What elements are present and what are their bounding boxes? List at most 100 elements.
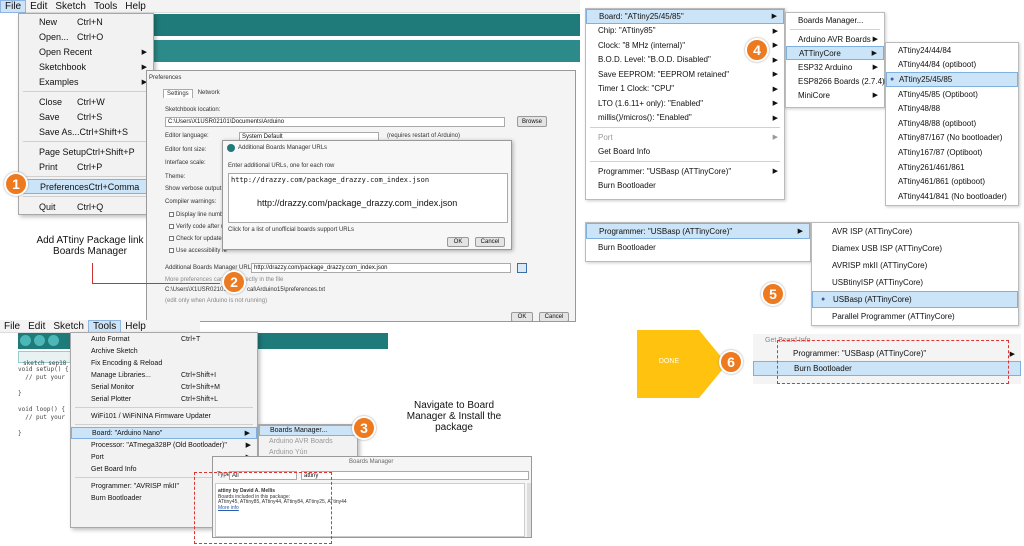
chk-updates[interactable]: Check for updates [169,236,225,242]
attiny-option[interactable]: ATtiny461/861 (optiboot) [886,174,1018,189]
bm-search[interactable]: attiny [301,471,529,480]
attiny-option[interactable]: ATtiny441/841 (No bootloader) [886,189,1018,204]
menu-item[interactable]: Timer 1 Clock: "CPU" ▶ [586,82,784,97]
arduino-icon [227,144,235,152]
browse-button[interactable]: Browse [517,116,547,127]
menu-item-shortcut: Ctrl+Comma [88,181,140,192]
q1-menu-edit[interactable]: Edit [26,1,51,12]
chk-verify[interactable]: Verify code after u [169,224,224,230]
menu-item[interactable]: Serial Monitor Ctrl+Shift+M [71,381,257,393]
menu-item[interactable]: Preferences Ctrl+Comma [19,179,153,194]
abm-link[interactable]: Click for a list of unofficial boards su… [228,227,354,233]
menu-item[interactable]: Save EEPROM: "EEPROM retained" ▶ [586,67,784,82]
abm-textarea[interactable]: http://drazzy.com/package_drazzy.com_ind… [228,173,508,223]
menu-item[interactable]: Port ▶ [586,130,784,145]
menu-item[interactable]: Manage Libraries... Ctrl+Shift+I [71,369,257,381]
q1-menu-file[interactable]: File [0,0,27,13]
menu-item[interactable]: ESP32 Arduino ▶ [786,60,884,74]
menu-item[interactable]: Save As... Ctrl+Shift+S [19,124,153,139]
abm-expand-icon[interactable] [517,263,527,273]
attiny-option[interactable]: ● ATtiny25/45/85 [886,72,1018,87]
menu-separator [23,91,149,92]
menu-item[interactable]: LTO (1.6.11+ only): "Enabled" ▶ [586,96,784,111]
chevron-right-icon: ▶ [871,50,877,57]
sketchbook-path[interactable]: C:\Users\X1USR02101\Documents\Arduino [165,117,505,127]
q3-menu-tools[interactable]: Tools [87,319,122,333]
abm-ok[interactable]: OK [447,237,469,247]
attiny-option[interactable]: ATtiny48/88 [886,101,1018,116]
menu-item[interactable]: ESP8266 Boards (2.7.4)▶ [786,74,890,88]
menu-item[interactable]: Quit Ctrl+Q [19,199,153,214]
programmer-option[interactable]: ● USBasp (ATTinyCore) [812,291,1018,308]
q3-menu-file[interactable]: File [0,321,24,332]
menu-item[interactable]: Board: "Arduino Nano" ▶ [71,427,257,439]
menu-item[interactable]: Archive Sketch [71,345,257,357]
menu-item[interactable]: Board: "ATtiny25/45/85" ▶ [586,9,784,24]
menu-item[interactable]: Print Ctrl+P [19,159,153,174]
programmer-option[interactable]: USBtinyISP (ATTinyCore) [812,274,1018,291]
chk-line-numbers[interactable]: Display line numbe [169,212,227,218]
tab-settings[interactable]: Settings [163,89,193,98]
menu-item[interactable]: Save Ctrl+S [19,109,153,124]
tab-network[interactable]: Network [195,89,223,98]
menu-item[interactable]: Programmer: "USBasp (ATTinyCore)" ▶ [586,164,784,179]
q3-board-sub: Boards Manager... Arduino AVR Boards Ardui… [258,424,358,460]
programmer-option[interactable]: Diamex USB ISP (ATTinyCore) [812,240,1018,257]
chevron-right-icon: ▶ [872,64,878,71]
menu-item[interactable]: Programmer: "USBasp (ATTinyCore)" ▶ [586,223,810,239]
menu-item[interactable]: Burn Bootloader [586,239,810,255]
attiny-option[interactable]: ATtiny261/461/861 [886,160,1018,175]
menu-item[interactable]: Auto Format Ctrl+T [71,333,257,345]
abm-instruction: Enter additional URLs, one for each row [228,163,335,169]
menu-item[interactable]: MiniCore ▶ [786,88,884,102]
abm-input[interactable]: http://drazzy.com/package_drazzy.com_ind… [251,263,511,273]
menu-item[interactable]: Boards Manager... [786,13,884,27]
menu-item[interactable]: Sketchbook ▶ [19,59,153,74]
menu-item[interactable]: Open Recent ▶ [19,44,153,59]
q3-menu-edit[interactable]: Edit [24,321,49,332]
attiny-option[interactable]: ATtiny45/85 (Optiboot) [886,87,1018,102]
q3-code[interactable]: void setup() { // put your} void loop() {… [18,366,78,438]
menu-item-label: Save As... [39,126,80,137]
menu-item[interactable]: Close Ctrl+W [19,94,153,109]
programmer-option[interactable]: AVRISP mkII (ATTinyCore) [812,257,1018,274]
new-icon[interactable] [48,335,59,346]
verify-icon[interactable] [20,335,31,346]
board-sub-item[interactable]: Boards Manager... [259,425,357,436]
programmer-option[interactable]: AVR ISP (ATTinyCore) [812,223,1018,240]
attiny-option[interactable]: ATtiny87/167 (No bootloader) [886,131,1018,146]
menu-item[interactable]: ATTinyCore ▶ [786,46,884,60]
q3-sketch-tab[interactable]: sketch_sep18 [18,351,78,367]
programmer-option[interactable]: Parallel Programmer (ATTinyCore) [812,308,1018,325]
q1-menu-sketch[interactable]: Sketch [51,1,90,12]
menu-item-label: Arduino AVR Boards [798,34,871,44]
menu-item[interactable]: Processor: "ATmega328P (Old Bootloader)"… [71,439,257,451]
menu-item[interactable]: Arduino AVR Boards ▶ [786,32,884,46]
menu-item[interactable]: Get Board Info [586,145,784,160]
attiny-option[interactable]: ATtiny24/44/84 [886,43,1018,58]
menu-item[interactable]: Serial Plotter Ctrl+Shift+L [71,393,257,405]
menu-item[interactable]: Burn Bootloader [586,179,784,194]
menu-item[interactable]: Page Setup Ctrl+Shift+P [19,144,153,159]
q3-menu-help[interactable]: Help [121,321,150,332]
q1-menu-help[interactable]: Help [121,1,150,12]
board-sub-item[interactable]: Arduino AVR Boards [259,436,357,447]
menu-item[interactable]: Examples ▶ [19,74,153,89]
attiny-option[interactable]: ATtiny167/87 (Optiboot) [886,145,1018,160]
q1-menu-tools[interactable]: Tools [90,1,121,12]
menu-item[interactable]: Chip: "ATtiny85" ▶ [586,24,784,39]
abm-cancel[interactable]: Cancel [475,237,505,247]
menu-item-label: Archive Sketch [91,347,138,355]
upload-icon[interactable] [34,335,45,346]
menu-item[interactable]: Fix Encoding & Reload [71,357,257,369]
menu-item[interactable]: New Ctrl+N [19,14,153,29]
q3-menu-sketch[interactable]: Sketch [49,321,88,332]
bm-scrollbar[interactable] [527,483,531,537]
chk-accessibility[interactable]: Use accessibility fe [169,248,227,254]
menu-item[interactable]: millis()/micros(): "Enabled" ▶ [586,111,784,126]
attiny-option[interactable]: ATtiny48/88 (optiboot) [886,116,1018,131]
menu-item[interactable]: Open... Ctrl+O [19,29,153,44]
menu-item[interactable]: WiFi101 / WiFiNINA Firmware Updater [71,410,257,422]
menu-item-label: ATTinyCore [799,48,841,58]
attiny-option[interactable]: ATtiny44/84 (optiboot) [886,58,1018,73]
